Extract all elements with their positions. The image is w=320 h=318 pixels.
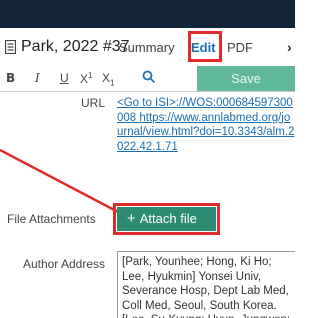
superscript-mark: 1 xyxy=(88,71,93,80)
file-attachments-label: File Attachments xyxy=(7,212,96,226)
chevron-right-icon[interactable]: › xyxy=(287,39,292,55)
edit-tab-highlight xyxy=(188,31,222,62)
attach-file-highlight xyxy=(113,203,220,235)
subscript-base: X xyxy=(102,71,111,85)
search-icon[interactable] xyxy=(142,70,156,84)
url-label: URL xyxy=(80,96,105,110)
italic-button[interactable]: I xyxy=(35,71,40,85)
document-icon xyxy=(5,40,16,54)
tab-pdf[interactable]: PDF xyxy=(227,40,253,55)
bold-button[interactable]: B xyxy=(6,71,15,85)
save-button[interactable]: Save xyxy=(197,66,295,91)
url-link[interactable]: <Go to ISI>://WOS:000684597300008 https:… xyxy=(117,96,295,154)
superscript-base: X xyxy=(80,72,89,86)
author-address-label: Author Address xyxy=(22,257,105,271)
top-bar xyxy=(0,0,295,28)
superscript-button[interactable]: X1 xyxy=(80,71,92,86)
author-address-field[interactable]: [Park, Younhee; Hong, Ki Ho; Lee, Hyukmi… xyxy=(117,251,295,318)
reference-title: Park, 2022 #37 xyxy=(21,38,130,55)
reference-header: Park, 2022 #37 Summary Edit PDF › xyxy=(0,28,295,66)
underline-button[interactable]: U xyxy=(60,71,69,85)
subscript-button[interactable]: X1 xyxy=(102,71,114,87)
tab-summary[interactable]: Summary xyxy=(119,40,175,55)
subscript-mark: 1 xyxy=(110,78,115,88)
formatting-toolbar: B I U X1 X1 Save xyxy=(0,66,295,92)
